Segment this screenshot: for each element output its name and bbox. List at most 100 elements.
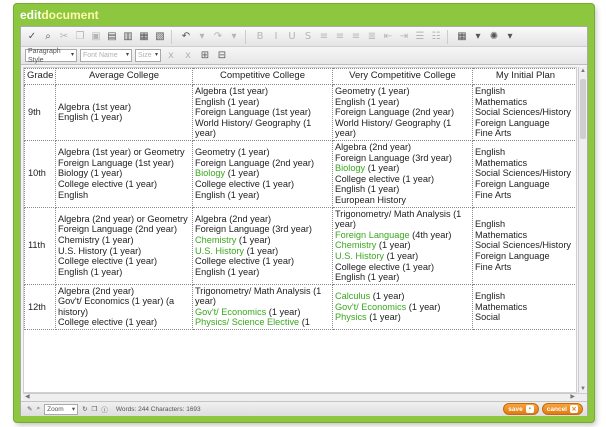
very-competitive-college-cell[interactable]: Algebra (2nd year) Foreign Language (3rd … [332, 139, 473, 208]
competitive-college-cell[interactable]: Trigonometry/ Math Analysis (1 year) Gov'… [192, 283, 333, 331]
cell-line: College elective (1 year) [335, 173, 435, 184]
competitive-college-cell[interactable]: Algebra (2nd year) Foreign Language (3rd … [192, 206, 333, 285]
align-left-icon[interactable]: ≡ [317, 30, 331, 44]
superscript-icon[interactable]: x [181, 49, 195, 63]
find-icon[interactable]: ⌕ [41, 30, 55, 44]
table-dropdown-icon[interactable]: ▾ [471, 30, 485, 44]
highlighted-course: Chemistry [195, 235, 237, 246]
zoom-select[interactable]: Zoom ▾ [44, 403, 79, 415]
justify-icon[interactable]: ≣ [365, 30, 379, 44]
cancel-button[interactable]: cancel ✕ [541, 403, 583, 415]
grade-cell[interactable]: 11th [24, 206, 56, 285]
cell-line: Chemistry (1 year) [195, 235, 330, 246]
initial-plan-cell[interactable]: English Mathematics Social Sciences/Histor… [472, 84, 576, 141]
cut-icon[interactable]: ✂ [57, 30, 71, 44]
scroll-thumb[interactable] [580, 79, 586, 139]
average-college-cell[interactable]: Algebra (1st year) English (1 year) [55, 84, 193, 141]
header-grade: Grade [24, 68, 56, 85]
print-icon[interactable]: ▦ [137, 30, 151, 44]
redo-icon[interactable]: ↷ [211, 30, 225, 44]
very-competitive-college-cell[interactable]: Calculus (1 year) Gov't/ Economics (1 yea… [332, 283, 473, 331]
spellcheck-icon[interactable]: ✓ [25, 30, 39, 44]
more-dropdown-icon[interactable]: ▾ [503, 30, 517, 44]
average-college-cell[interactable]: Algebra (1st year) or Geometry Foreign La… [55, 139, 193, 208]
cell-line: Foreign Language (2nd year) [58, 224, 178, 235]
grade-cell[interactable]: 9th [24, 84, 56, 141]
insert-column-icon[interactable]: ⊟ [215, 49, 229, 63]
grade-cell[interactable]: 10th [24, 139, 56, 208]
copy-icon[interactable]: ❐ [73, 30, 87, 44]
disk-icon: ▪ [525, 405, 534, 413]
subscript-icon[interactable]: x [164, 49, 178, 63]
cell-line: College elective (1 year) [58, 317, 158, 328]
cell-line: Algebra (2nd year) [195, 213, 272, 224]
italic-icon[interactable]: I [269, 30, 283, 44]
align-center-icon[interactable]: ≡ [333, 30, 347, 44]
initial-plan-cell[interactable]: English Mathematics Social Sciences/Histor… [472, 139, 576, 208]
cell-line: Social Sciences/History [475, 168, 571, 179]
font-name-select[interactable]: Font Name ▾ [80, 49, 132, 62]
insert-image-icon[interactable]: ▧ [153, 30, 167, 44]
cell-line: English (1 year) [195, 266, 260, 277]
save-button[interactable]: save ▪ [503, 403, 539, 415]
table-row: 11th Algebra (2nd year) or Geometry Foreig… [24, 206, 576, 285]
very-competitive-college-cell[interactable]: Trigonometry/ Math Analysis (1 year) Fore… [332, 206, 473, 285]
cell-line: English (1 year) [58, 266, 123, 277]
cell-line: Physics/ Science Elective (1 [195, 317, 330, 328]
vertical-scrollbar[interactable]: ▲ ▼ [578, 67, 587, 393]
competitive-college-cell[interactable]: Geometry (1 year) Foreign Language (2nd y… [192, 139, 333, 208]
redo-dropdown-icon[interactable]: ▾ [227, 30, 241, 44]
cell-line: Mathematics [475, 301, 528, 312]
insert-row-icon[interactable]: ⊞ [198, 49, 212, 63]
scroll-up-icon[interactable]: ▲ [580, 68, 586, 74]
table-icon[interactable]: ▦ [455, 30, 469, 44]
horizontal-scrollbar[interactable]: ◀ ▶ [23, 393, 587, 401]
scroll-down-icon[interactable]: ▼ [580, 386, 586, 392]
cell-line: Foreign Language (4th year) [335, 230, 470, 241]
paste-icon[interactable]: ▣ [89, 30, 103, 44]
info-icon[interactable]: ⓘ [101, 404, 108, 414]
underline-icon[interactable]: U [285, 30, 299, 44]
align-right-icon[interactable]: ≡ [349, 30, 363, 44]
more-icon[interactable]: ✺ [487, 30, 501, 44]
bold-icon[interactable]: B [253, 30, 267, 44]
pencil-icon[interactable]: ✎ [27, 405, 32, 413]
cell-line: English (1 year) [58, 112, 123, 123]
average-college-cell[interactable]: Algebra (2nd year) or Geometry Foreign La… [55, 206, 193, 285]
cell-line: Algebra (1st year) [195, 86, 269, 96]
cell-line: Gov't/ Economics (1 year) [335, 302, 470, 313]
paragraph-style-select[interactable]: Paragraph Style ▾ [25, 48, 77, 64]
strikethrough-icon[interactable]: S [301, 30, 315, 44]
search-icon[interactable]: ⌕ [36, 405, 40, 413]
table-row: 9th Algebra (1st year) English (1 year) Alg… [24, 84, 576, 141]
competitive-college-cell[interactable]: Algebra (1st year) English (1 year) Foreig… [192, 84, 333, 141]
highlighted-course: Gov't/ Economics [335, 301, 407, 312]
cell-line: English [475, 147, 506, 158]
chevron-down-icon: ▾ [154, 52, 158, 58]
undo-dropdown-icon[interactable]: ▾ [195, 30, 209, 44]
undo-icon[interactable]: ↶ [179, 30, 193, 44]
indent-icon[interactable]: ⇥ [397, 30, 411, 44]
cell-line: Fine Arts [475, 261, 512, 272]
paste-word-icon[interactable]: ▥ [121, 30, 135, 44]
cell-line: Chemistry (1 year) [58, 235, 134, 246]
grade-cell[interactable]: 12th [24, 283, 56, 331]
number-list-icon[interactable]: ☷ [429, 30, 443, 44]
initial-plan-cell[interactable]: English Mathematics Social Sciences/Histor… [472, 206, 576, 285]
scroll-left-icon[interactable]: ◀ [25, 393, 30, 400]
scroll-right-icon[interactable]: ▶ [570, 393, 575, 400]
document-content[interactable]: Grade Average College Competitive Colleg… [23, 67, 577, 393]
course-detail: (1 [299, 317, 310, 328]
average-college-cell[interactable]: Algebra (2nd year) Gov't/ Economics (1 ye… [55, 283, 193, 331]
toolbar-divider [245, 29, 249, 44]
copy-icon[interactable]: ❐ [92, 405, 98, 413]
refresh-icon[interactable]: ↻ [82, 405, 87, 413]
initial-plan-cell[interactable]: English Mathematics Social [472, 283, 576, 331]
paste-text-icon[interactable]: ▤ [105, 30, 119, 44]
outdent-icon[interactable]: ⇤ [381, 30, 395, 44]
bullet-list-icon[interactable]: ☰ [413, 30, 427, 44]
editor-window: editdocument ✓ ⌕ ✂ ❐ ▣ ▤ ▥ ▦ ▧ ↶ ▾ ↷ ▾ B… [14, 4, 594, 422]
font-size-select[interactable]: Size ▾ [135, 49, 161, 62]
course-detail: (1 year) [366, 312, 401, 323]
very-competitive-college-cell[interactable]: Geometry (1 year) English (1 year) Foreign… [332, 84, 473, 141]
